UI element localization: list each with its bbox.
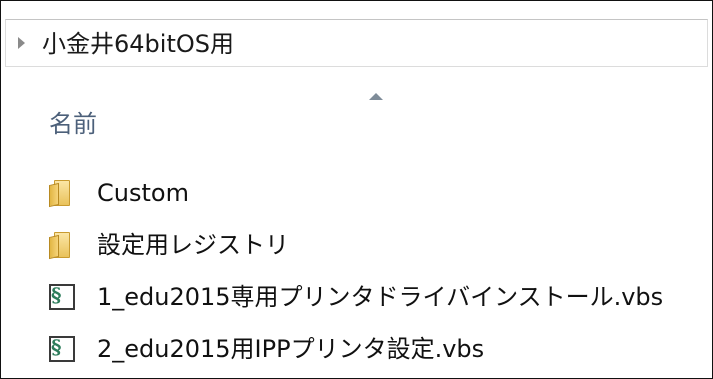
- file-explorer-window: 小金井64bitOS用 名前 Custom 設定用レジストリ § 1_edu20…: [0, 0, 713, 379]
- vbs-script-icon: §: [49, 336, 77, 362]
- folder-icon: [49, 180, 77, 208]
- file-name: 設定用レジストリ: [97, 231, 289, 259]
- file-name: 2_edu2015用IPPプリンタ設定.vbs: [97, 335, 485, 363]
- list-item-custom[interactable]: Custom: [41, 173, 701, 213]
- sort-ascending-icon: [369, 93, 383, 100]
- breadcrumb-folder[interactable]: 小金井64bitOS用: [42, 27, 234, 61]
- list-item-ipp-setup-script[interactable]: § 2_edu2015用IPPプリンタ設定.vbs: [41, 329, 701, 369]
- file-name: Custom: [97, 179, 189, 207]
- breadcrumb[interactable]: 小金井64bitOS用: [5, 19, 708, 67]
- list-item-registry[interactable]: 設定用レジストリ: [41, 225, 701, 265]
- column-header-name[interactable]: 名前: [49, 107, 97, 141]
- list-item-driver-install-script[interactable]: § 1_edu2015専用プリンタドライバインストール.vbs: [41, 277, 701, 317]
- vbs-script-icon: §: [49, 284, 77, 310]
- folder-icon: [49, 232, 77, 260]
- file-name: 1_edu2015専用プリンタドライバインストール.vbs: [97, 283, 664, 311]
- chevron-right-icon[interactable]: [18, 37, 25, 49]
